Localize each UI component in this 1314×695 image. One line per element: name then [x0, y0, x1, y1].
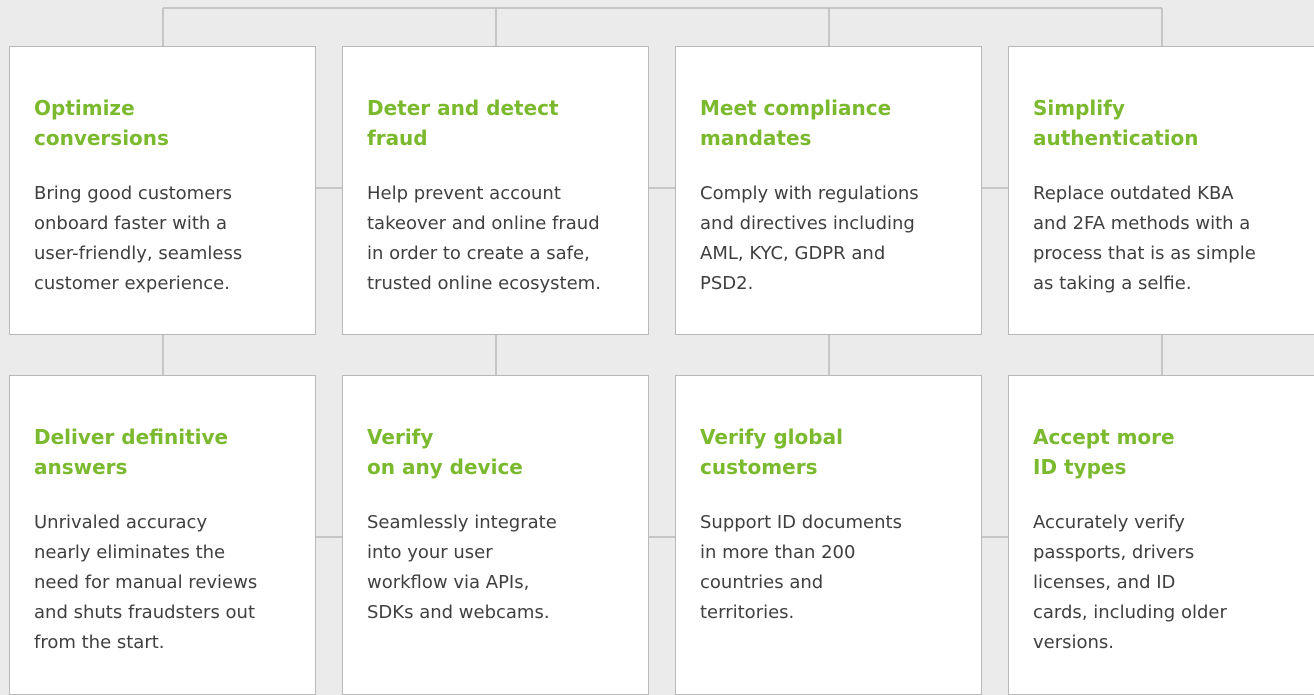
- card-description: Support ID documents in more than 200 co…: [700, 512, 902, 623]
- card-title: Accept more ID types: [1033, 425, 1175, 479]
- card-title: Simplify authentication: [1033, 96, 1199, 150]
- card-verify-any-device: Verify on any device Seamlessly integrat…: [342, 375, 649, 695]
- card-description: Seamlessly integrate into your user work…: [367, 512, 557, 623]
- card-description: Unrivaled accuracy nearly eliminates the…: [34, 512, 258, 653]
- card-title: Deliver definitive answers: [34, 425, 229, 479]
- card-description: Comply with regulations and directives i…: [700, 183, 919, 294]
- card-title: Deter and detect fraud: [367, 96, 559, 150]
- card-deter-detect-fraud: Deter and detect fraud Help prevent acco…: [342, 46, 649, 335]
- card-simplify-authentication: Simplify authentication Replace outdated…: [1008, 46, 1314, 335]
- card-verify-global-customers: Verify global customers Support ID docum…: [675, 375, 982, 695]
- card-title: Optimize conversions: [34, 96, 169, 150]
- card-optimize-conversions: Optimize conversions Bring good customer…: [9, 46, 316, 335]
- card-description: Bring good customers onboard faster with…: [34, 183, 243, 294]
- card-accept-more-id-types: Accept more ID types Accurately verify p…: [1008, 375, 1314, 695]
- card-description: Help prevent account takeover and online…: [367, 183, 601, 294]
- card-description: Replace outdated KBA and 2FA methods wit…: [1033, 183, 1256, 294]
- card-meet-compliance: Meet compliance mandates Comply with reg…: [675, 46, 982, 335]
- card-title: Verify global customers: [700, 425, 843, 479]
- card-description: Accurately verify passports, drivers lic…: [1033, 512, 1227, 653]
- card-title: Meet compliance mandates: [700, 96, 892, 150]
- card-title: Verify on any device: [367, 425, 523, 479]
- card-deliver-definitive-answers: Deliver definitive answers Unrivaled acc…: [9, 375, 316, 695]
